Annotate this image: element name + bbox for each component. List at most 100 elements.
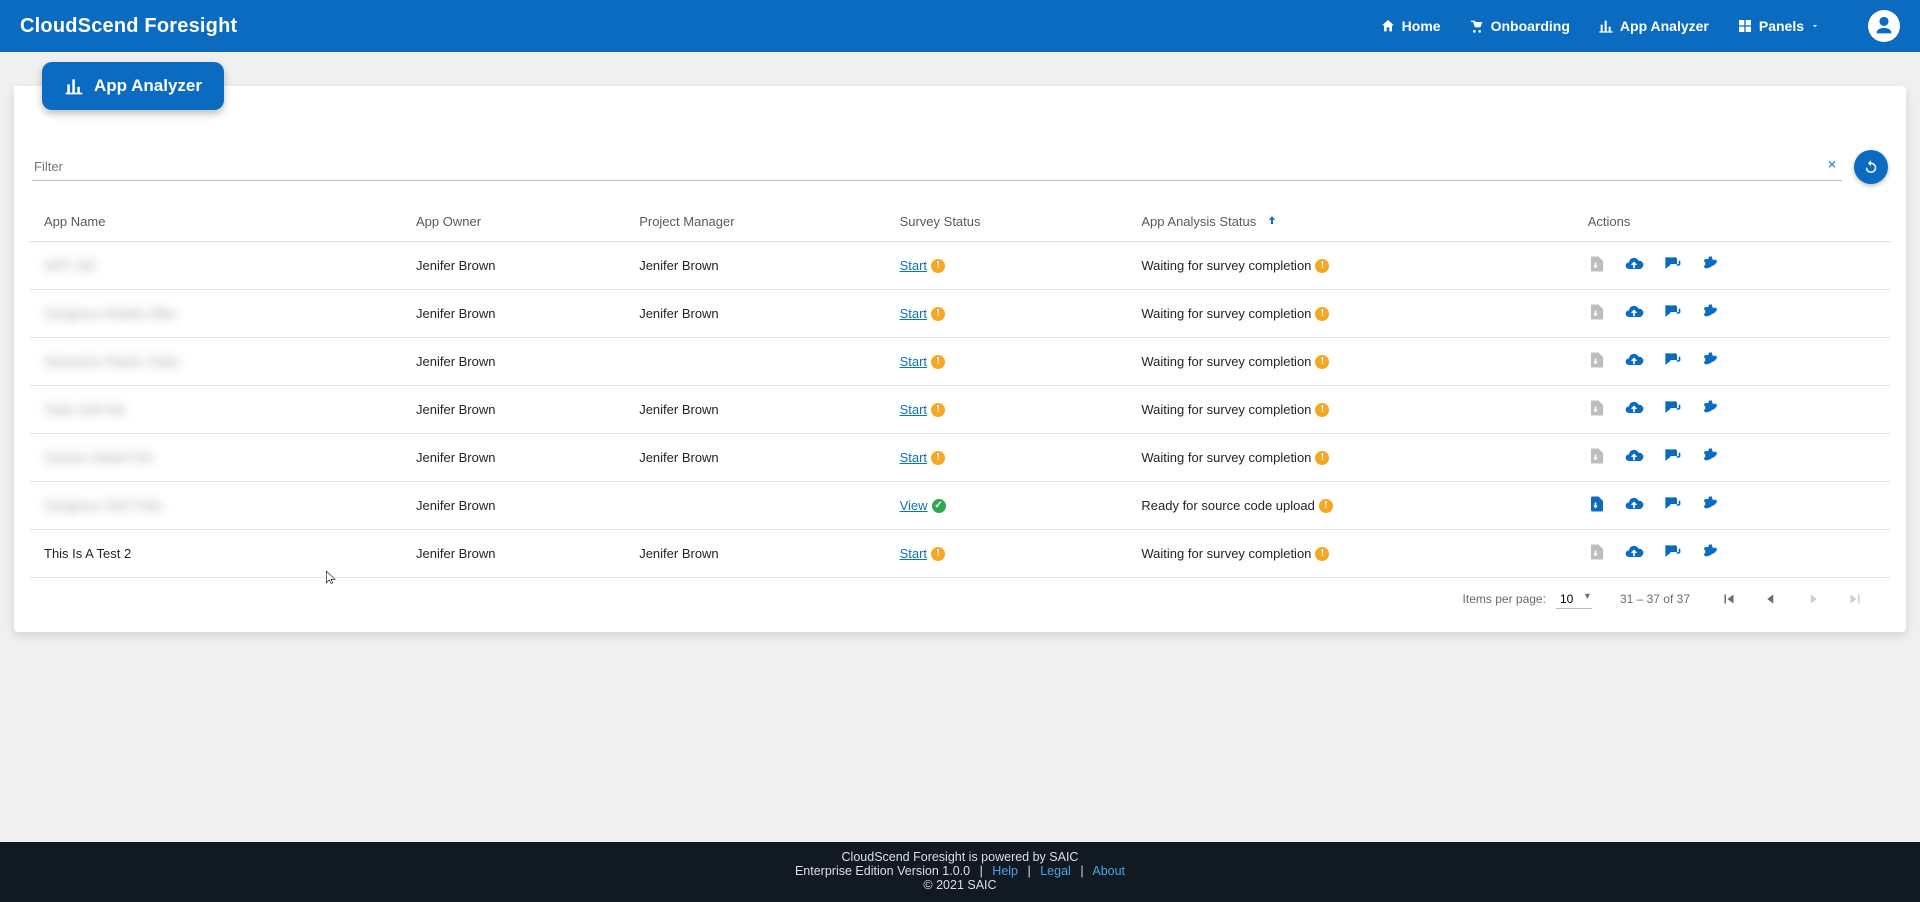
upload-cloud-icon[interactable] [1624,398,1644,421]
items-per-page-select[interactable]: 10 [1556,590,1592,609]
cell-app-owner: Jenifer Brown [402,242,625,290]
settings-gear-icon[interactable] [1700,495,1718,516]
settings-gear-icon[interactable] [1700,255,1718,276]
settings-gear-icon[interactable] [1700,399,1718,420]
cell-actions [1574,530,1890,578]
cell-app-name: APP-192 [30,242,402,290]
next-page-button[interactable] [1802,588,1824,610]
warning-circle-icon: ! [1315,451,1329,465]
nav-app-analyzer[interactable]: App Analyzer [1598,18,1709,34]
warning-circle-icon: ! [931,547,945,561]
upload-cloud-icon[interactable] [1624,542,1644,565]
last-page-button[interactable] [1844,588,1866,610]
upload-cloud-icon[interactable] [1624,302,1644,325]
upload-cloud-icon[interactable] [1624,350,1644,373]
discussion-icon[interactable] [1662,446,1682,469]
discussion-icon[interactable] [1662,494,1682,517]
col-analysis-status[interactable]: App Analysis Status [1127,202,1573,242]
nav-home[interactable]: Home [1380,18,1441,34]
survey-link[interactable]: View [900,498,928,513]
panels-icon [1737,18,1753,34]
cell-app-name: Awesome Plastic Chips [30,338,402,386]
refresh-button[interactable] [1854,150,1888,184]
discussion-icon[interactable] [1662,254,1682,277]
discussion-icon[interactable] [1662,542,1682,565]
first-page-button[interactable] [1718,588,1740,610]
cell-app-owner: Jenifer Brown [402,338,625,386]
footer-line2: Enterprise Edition Version 1.0.0 | Help … [0,864,1920,878]
cell-app-name: Gorgeous Rubber Bike [30,290,402,338]
nav-panels-label: Panels [1759,18,1804,34]
nav-home-label: Home [1402,18,1441,34]
page-nav [1718,588,1866,610]
warning-circle-icon: ! [1315,547,1329,561]
cell-project-manager: Jenifer Brown [625,434,885,482]
cell-survey-status: Start! [886,530,1128,578]
cell-analysis-status: Waiting for survey completion! [1127,290,1573,338]
survey-link[interactable]: Start [900,402,927,417]
col-app-owner[interactable]: App Owner [402,202,625,242]
cell-survey-status: Start! [886,386,1128,434]
warning-circle-icon: ! [1315,403,1329,417]
cell-analysis-status: Ready for source code upload! [1127,482,1573,530]
nav-onboarding[interactable]: Onboarding [1469,18,1570,34]
user-avatar[interactable] [1868,10,1900,42]
cell-analysis-status: Waiting for survey completion! [1127,242,1573,290]
discussion-icon[interactable] [1662,398,1682,421]
col-survey-status[interactable]: Survey Status [886,202,1128,242]
footer-legal-link[interactable]: Legal [1040,864,1071,878]
filter-input[interactable] [32,153,1842,181]
cell-project-manager [625,482,885,530]
cell-app-owner: Jenifer Brown [402,434,625,482]
col-actions: Actions [1574,202,1890,242]
bar-chart-icon [64,76,84,96]
cell-app-name: Tasty Soft Hat [30,386,402,434]
cell-app-owner: Jenifer Brown [402,482,625,530]
footer-about-link[interactable]: About [1092,864,1125,878]
survey-link[interactable]: Start [900,546,927,561]
prev-page-button[interactable] [1760,588,1782,610]
page-tab-label: App Analyzer [94,76,202,96]
page-tab-app-analyzer[interactable]: App Analyzer [42,62,224,110]
col-app-name[interactable]: App Name [30,202,402,242]
items-per-page-label: Items per page: [1463,592,1546,606]
nav-panels[interactable]: Panels [1737,18,1820,34]
cell-app-name: Gorgeous Soft Chair [30,482,402,530]
table-row: This Is A Test 2Jenifer BrownJenifer Bro… [30,530,1890,578]
cell-survey-status: View ✓ [886,482,1128,530]
survey-link[interactable]: Start [900,354,927,369]
clear-filter-button[interactable] [1826,157,1838,173]
cell-app-owner: Jenifer Brown [402,386,625,434]
warning-circle-icon: ! [1315,355,1329,369]
warning-circle-icon: ! [1315,259,1329,273]
col-project-manager[interactable]: Project Manager [625,202,885,242]
cell-project-manager: Jenifer Brown [625,290,885,338]
warning-circle-icon: ! [931,307,945,321]
discussion-icon[interactable] [1662,302,1682,325]
nav-onboarding-label: Onboarding [1491,18,1570,34]
table-row: Gorgeous Soft ChairJenifer Brown View ✓ Rea… [30,482,1890,530]
survey-link[interactable]: Start [900,306,927,321]
settings-gear-icon[interactable] [1700,303,1718,324]
settings-gear-icon[interactable] [1700,351,1718,372]
warning-circle-icon: ! [931,355,945,369]
cart-icon [1469,18,1485,34]
cell-project-manager: Jenifer Brown [625,530,885,578]
upload-cloud-icon[interactable] [1624,446,1644,469]
survey-link[interactable]: Start [900,450,927,465]
cell-project-manager: Jenifer Brown [625,242,885,290]
cell-survey-status: Start! [886,290,1128,338]
upload-cloud-icon[interactable] [1624,254,1644,277]
survey-link[interactable]: Start [900,258,927,273]
cell-app-name: Generic Metal Fish [30,434,402,482]
settings-gear-icon[interactable] [1700,447,1718,468]
settings-gear-icon[interactable] [1700,543,1718,564]
footer-line1: CloudScend Foresight is powered by SAIC [0,850,1920,864]
check-circle-icon: ✓ [932,499,946,513]
cell-analysis-status: Waiting for survey completion! [1127,338,1573,386]
upload-cloud-icon[interactable] [1624,494,1644,517]
cell-actions [1574,482,1890,530]
discussion-icon[interactable] [1662,350,1682,373]
footer-help-link[interactable]: Help [992,864,1018,878]
download-report-icon[interactable] [1588,495,1606,516]
